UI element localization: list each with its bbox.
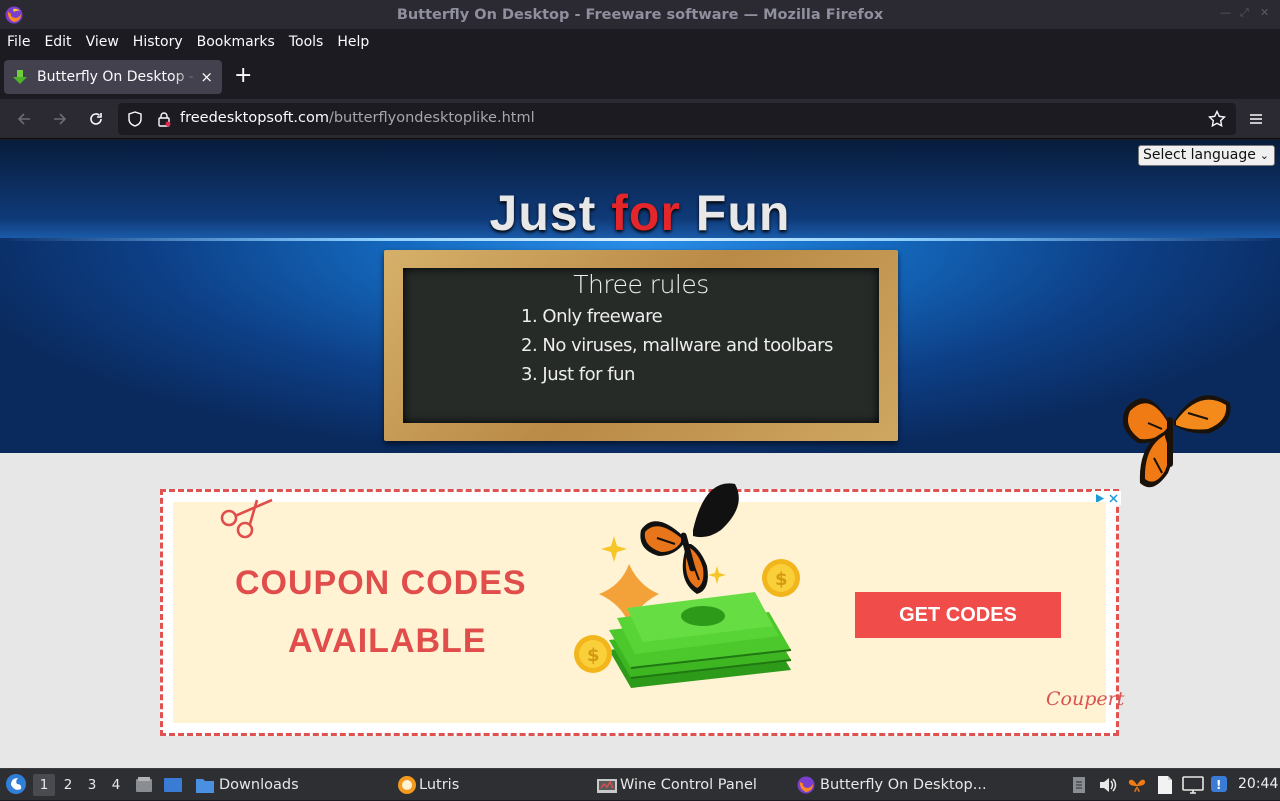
tab-bar: Butterfly On Desktop - Freeware software… xyxy=(0,55,1280,99)
forward-button[interactable] xyxy=(48,107,72,131)
url-host: freedesktopsoft.com xyxy=(180,110,329,126)
firefox-icon xyxy=(5,6,23,24)
download-arrow-icon xyxy=(13,70,27,84)
menu-bar: File Edit View History Bookmarks Tools H… xyxy=(0,29,1280,55)
clipboard-tray-icon[interactable] xyxy=(1071,775,1087,795)
svg-text:$: $ xyxy=(775,569,788,590)
close-window-icon[interactable]: ✕ xyxy=(1260,6,1269,19)
chalkboard-surface: Three rules 1. Only freeware 2. No virus… xyxy=(403,268,879,423)
rule-1: 1. Only freeware xyxy=(521,306,663,327)
svg-text:$: $ xyxy=(587,645,600,666)
bookmark-star-icon[interactable] xyxy=(1208,110,1226,128)
navigation-bar: freedesktopsoft.com/butterflyondesktopli… xyxy=(0,99,1280,139)
update-notifier-icon[interactable]: ! xyxy=(1209,774,1229,794)
svg-text:!: ! xyxy=(1216,778,1221,792)
chevron-down-icon: ⌄ xyxy=(1259,149,1269,162)
show-desktop-icon[interactable] xyxy=(163,775,183,795)
volume-icon[interactable] xyxy=(1098,775,1118,795)
hamburger-menu-icon xyxy=(1250,114,1262,124)
tab-close-icon[interactable]: × xyxy=(200,68,213,86)
workspace-3[interactable]: 3 xyxy=(81,774,103,796)
back-arrow-icon xyxy=(17,113,30,125)
minimize-icon[interactable]: — xyxy=(1220,6,1231,19)
url-bar[interactable]: freedesktopsoft.com/butterflyondesktopli… xyxy=(118,103,1236,135)
get-codes-button[interactable]: GET CODES xyxy=(855,592,1061,638)
shield-icon[interactable] xyxy=(127,111,143,127)
coupon-ad[interactable]: COUPON CODES AVAILABLE $ $ GET CODES Cou… xyxy=(160,483,1124,736)
hero-title-just: Just xyxy=(489,185,612,241)
forward-arrow-icon xyxy=(54,113,67,125)
clock[interactable]: 20:44 xyxy=(1238,776,1278,792)
workspace-1[interactable]: 1 xyxy=(33,774,55,796)
taskbar-label: Lutris xyxy=(419,777,460,793)
menu-history[interactable]: History xyxy=(133,34,183,50)
menu-tools[interactable]: Tools xyxy=(289,34,324,50)
reload-button[interactable] xyxy=(84,107,108,131)
chalkboard: Three rules 1. Only freeware 2. No virus… xyxy=(384,250,898,441)
taskbar-item-downloads[interactable]: Downloads xyxy=(195,769,299,801)
network-icon[interactable] xyxy=(1182,775,1204,795)
menu-help[interactable]: Help xyxy=(337,34,369,50)
notes-tray-icon[interactable] xyxy=(1156,774,1174,796)
page-content: Just for Fun Select language ⌄ Three rul… xyxy=(0,140,1280,768)
taskbar: 1 2 3 4 Downloads Lutris Wine Control Pa… xyxy=(0,768,1280,800)
url-path: /butterflyondesktoplike.html xyxy=(328,110,535,126)
menu-bookmarks[interactable]: Bookmarks xyxy=(197,34,275,50)
firefox-icon xyxy=(797,776,815,794)
scissors-icon xyxy=(220,498,273,539)
ad-headline-2: AVAILABLE xyxy=(288,622,487,660)
lutris-icon xyxy=(398,776,416,794)
taskbar-label: Downloads xyxy=(219,777,299,793)
coin-icon: $ xyxy=(762,559,800,597)
taskbar-label: Butterfly On Desktop... xyxy=(820,777,987,793)
ad-body: COUPON CODES AVAILABLE $ $ GET CODES Cou… xyxy=(173,483,1124,723)
app-menu-button[interactable] xyxy=(1244,107,1268,131)
ad-close-icon[interactable] xyxy=(1108,493,1119,504)
window-title: Butterfly On Desktop - Freeware software… xyxy=(396,6,884,23)
language-select-label: Select language xyxy=(1143,147,1256,163)
chalkboard-title: Three rules xyxy=(573,270,709,299)
new-tab-button[interactable]: + xyxy=(234,65,252,87)
url-text: freedesktopsoft.com/butterflyondesktopli… xyxy=(180,110,535,126)
hero-title-for: for xyxy=(611,185,681,241)
lock-icon[interactable] xyxy=(156,111,172,127)
coupert-logo: Coupert xyxy=(1046,688,1125,710)
taskbar-item-wine-control-panel[interactable]: Wine Control Panel xyxy=(596,769,757,801)
butterfly-tray-icon[interactable] xyxy=(1128,777,1146,793)
hero-banner: Just for Fun Select language ⌄ Three rul… xyxy=(0,140,1280,453)
ad-headline-1: COUPON CODES xyxy=(235,564,527,602)
menu-edit[interactable]: Edit xyxy=(44,34,71,50)
menu-file[interactable]: File xyxy=(7,34,30,50)
rule-3: 3. Just for fun xyxy=(521,364,635,385)
window-titlebar: Butterfly On Desktop - Freeware software… xyxy=(0,0,1280,29)
taskbar-label: Wine Control Panel xyxy=(620,777,757,793)
tab-label: Butterfly On Desktop - Freeware software xyxy=(37,69,197,85)
folder-icon xyxy=(196,779,214,793)
start-menu-icon[interactable] xyxy=(5,773,27,795)
workspace-4[interactable]: 4 xyxy=(105,774,127,796)
butterfly-image[interactable] xyxy=(1118,383,1236,499)
language-select[interactable]: Select language ⌄ xyxy=(1138,145,1275,166)
maximize-icon[interactable]: ⤢ xyxy=(1240,6,1249,20)
hero-title-fun: Fun xyxy=(680,185,791,241)
taskbar-item-firefox[interactable]: Butterfly On Desktop... xyxy=(796,769,987,801)
taskbar-item-lutris[interactable]: Lutris xyxy=(397,769,459,801)
file-manager-launcher-icon[interactable] xyxy=(134,775,154,795)
rule-2: 2. No viruses, mallware and toolbars xyxy=(521,335,833,356)
reload-icon xyxy=(90,113,102,125)
coin-icon: $ xyxy=(574,635,612,673)
menu-view[interactable]: View xyxy=(86,34,119,50)
hero-title: Just for Fun xyxy=(0,184,1280,242)
wine-control-panel-icon xyxy=(597,779,617,793)
butterfly-image[interactable] xyxy=(635,480,745,598)
workspace-2[interactable]: 2 xyxy=(57,774,79,796)
back-button[interactable] xyxy=(12,107,36,131)
tab-butterfly[interactable]: Butterfly On Desktop - Freeware software… xyxy=(4,60,222,94)
